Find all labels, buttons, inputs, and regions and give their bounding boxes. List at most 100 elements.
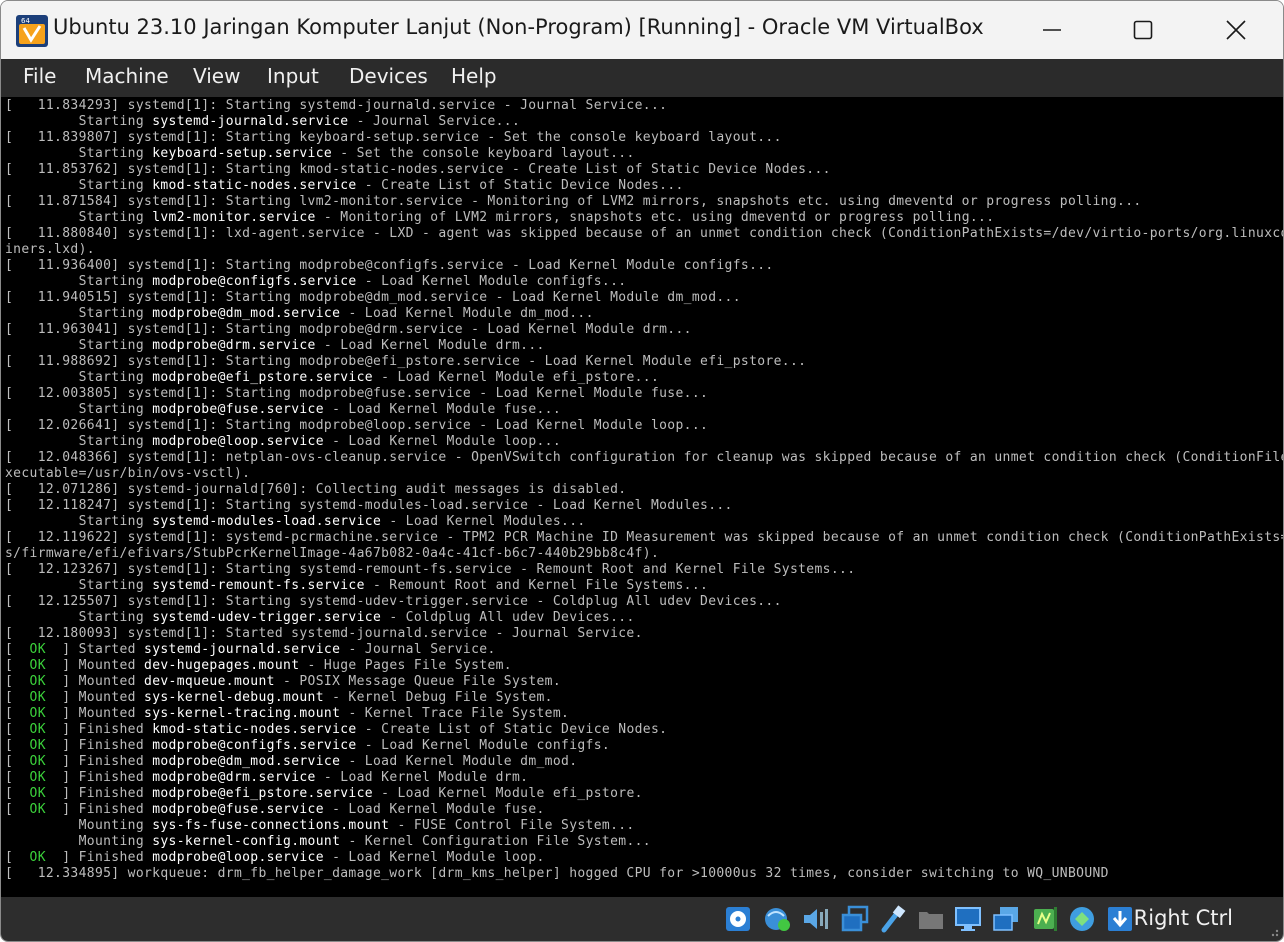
console-line: [ 12.048366] systemd[1]: netplan-ovs-cle…: [5, 450, 1283, 466]
console-text: [: [5, 754, 30, 769]
console-text: ] Finished: [45, 786, 153, 801]
menu-file[interactable]: File: [23, 64, 56, 88]
console-text: - POSIX Message Queue File System.: [274, 674, 562, 689]
usb-icon[interactable]: [878, 904, 908, 934]
unit-name: modprobe@drm.service: [152, 770, 316, 785]
unit-name: lvm2-monitor.service: [152, 210, 316, 225]
console-line: [ 11.963041] systemd[1]: Starting modpro…: [5, 322, 692, 338]
console-text: - Load Kernel Module configfs.: [356, 738, 611, 753]
console-text: - Monitoring of LVM2 mirrors, snapshots …: [315, 210, 995, 225]
console-text: - Create List of Static Device Nodes...: [356, 178, 684, 193]
unit-name: modprobe@dm_mod.service: [152, 306, 341, 321]
console-text: [: [5, 706, 30, 721]
console-text: [ 11.853762] systemd[1]: Starting kmod-s…: [5, 162, 831, 177]
console-text: Starting: [5, 178, 153, 193]
hard-disk-icon[interactable]: [916, 904, 946, 934]
minimize-button[interactable]: [1005, 1, 1099, 59]
console-line: Starting lvm2-monitor.service - Monitori…: [5, 210, 994, 226]
console-line: [ OK ] Started systemd-journald.service …: [5, 642, 496, 658]
console-text: [: [5, 690, 30, 705]
vm-console-screen[interactable]: [ 11.834293] systemd[1]: Starting system…: [1, 97, 1283, 897]
audio-icon[interactable]: [801, 904, 831, 934]
shared-folders-icon[interactable]: [840, 904, 870, 934]
console-text: [ 11.963041] systemd[1]: Starting modpro…: [5, 322, 692, 337]
network-icon[interactable]: [762, 904, 792, 934]
ok-status-badge: OK: [29, 770, 46, 785]
console-text: Starting: [5, 274, 153, 289]
console-text: - Huge Pages File System.: [299, 658, 512, 673]
console-line: [ 11.936400] systemd[1]: Starting modpro…: [5, 258, 774, 274]
close-button[interactable]: [1189, 1, 1283, 59]
unit-name: systemd-journald.service: [144, 642, 341, 657]
console-text: - Kernel Debug File System.: [323, 690, 553, 705]
console-line: [ 12.071286] systemd-journald[760]: Coll…: [5, 482, 626, 498]
unit-name: dev-mqueue.mount: [144, 674, 275, 689]
ok-status-badge: OK: [29, 850, 46, 865]
console-line: Starting modprobe@efi_pstore.service - L…: [5, 370, 659, 386]
virtualbox-app-icon[interactable]: 64: [15, 14, 49, 48]
console-line: Starting kmod-static-nodes.service - Cre…: [5, 178, 684, 194]
console-text: - Load Kernel Module fuse...: [323, 402, 562, 417]
console-line: [ 12.003805] systemd[1]: Starting modpro…: [5, 386, 708, 402]
console-text: [: [5, 770, 30, 785]
console-text: Starting: [5, 370, 153, 385]
unit-name: sys-kernel-debug.mount: [144, 690, 324, 705]
cpu-icon[interactable]: [1029, 904, 1059, 934]
console-text: [ 11.839807] systemd[1]: Starting keyboa…: [5, 130, 782, 145]
console-text: - Kernel Trace File System.: [340, 706, 570, 721]
unit-name: kmod-static-nodes.service: [152, 178, 357, 193]
unit-name: kmod-static-nodes.service: [152, 722, 357, 737]
console-line: [ OK ] Finished modprobe@efi_pstore.serv…: [5, 786, 643, 802]
keyboard-capture-icon[interactable]: [1105, 904, 1135, 934]
menu-view[interactable]: View: [193, 64, 240, 88]
console-text: ] Mounted: [45, 706, 145, 721]
status-bar: Right Ctrl: [1, 897, 1283, 941]
console-line: [ OK ] Finished modprobe@configfs.servic…: [5, 738, 610, 754]
unit-name: sys-kernel-config.mount: [152, 834, 341, 849]
console-line: Starting modprobe@fuse.service - Load Ke…: [5, 402, 561, 418]
console-text: [ 12.119622] systemd[1]: systemd-pcrmach…: [5, 530, 1283, 545]
console-text: [ 12.125507] systemd[1]: Starting system…: [5, 594, 782, 609]
console-text: [: [5, 802, 30, 817]
console-line: Mounting sys-fs-fuse-connections.mount -…: [5, 818, 635, 834]
maximize-button[interactable]: [1096, 1, 1190, 59]
resize-grip-icon[interactable]: [1267, 925, 1279, 937]
video-capture-icon[interactable]: [991, 904, 1021, 934]
console-text: [: [5, 722, 30, 737]
title-bar[interactable]: 64 Ubuntu 23.10 Jaringan Komputer Lanjut…: [1, 1, 1283, 59]
unit-name: dev-hugepages.mount: [144, 658, 300, 673]
optical-drive-icon[interactable]: [723, 904, 753, 934]
console-text: [ 11.871584] systemd[1]: Starting lvm2-m…: [5, 194, 1142, 209]
menu-input[interactable]: Input: [267, 64, 319, 88]
virtualbox-window: 64 Ubuntu 23.10 Jaringan Komputer Lanjut…: [0, 0, 1284, 942]
console-line: Starting keyboard-setup.service - Set th…: [5, 146, 635, 162]
host-key-label[interactable]: Right Ctrl: [1134, 906, 1233, 930]
console-text: - Load Kernel Modules...: [381, 514, 586, 529]
menu-machine[interactable]: Machine: [85, 64, 169, 88]
ok-status-badge: OK: [29, 754, 46, 769]
unit-name: modprobe@loop.service: [152, 850, 324, 865]
display-icon[interactable]: [953, 904, 983, 934]
console-text: ] Finished: [45, 738, 153, 753]
svg-text:64: 64: [21, 17, 30, 25]
menu-devices[interactable]: Devices: [349, 64, 428, 88]
mouse-integration-icon[interactable]: [1067, 904, 1097, 934]
console-line: [ 12.123267] systemd[1]: Starting system…: [5, 562, 855, 578]
console-line: iners.lxd).: [5, 242, 95, 258]
console-text: [ 11.936400] systemd[1]: Starting modpro…: [5, 258, 774, 273]
unit-name: modprobe@configfs.service: [152, 738, 357, 753]
console-text: [ 12.003805] systemd[1]: Starting modpro…: [5, 386, 709, 401]
console-text: ] Mounted: [45, 690, 145, 705]
ok-status-badge: OK: [29, 802, 46, 817]
console-text: - Load Kernel Module efi_pstore.: [372, 786, 643, 801]
console-text: Mounting: [5, 834, 153, 849]
menu-help[interactable]: Help: [451, 64, 497, 88]
console-text: - Load Kernel Module drm.: [315, 770, 529, 785]
maximize-icon: [1133, 20, 1153, 40]
console-text: ] Finished: [45, 754, 153, 769]
unit-name: modprobe@drm.service: [152, 338, 316, 353]
console-line: [ 11.940515] systemd[1]: Starting modpro…: [5, 290, 741, 306]
console-line: s/firmware/efi/efivars/StubPcrKernelImag…: [5, 546, 659, 562]
console-text: Starting: [5, 306, 153, 321]
console-text: - Load Kernel Module configfs...: [356, 274, 627, 289]
